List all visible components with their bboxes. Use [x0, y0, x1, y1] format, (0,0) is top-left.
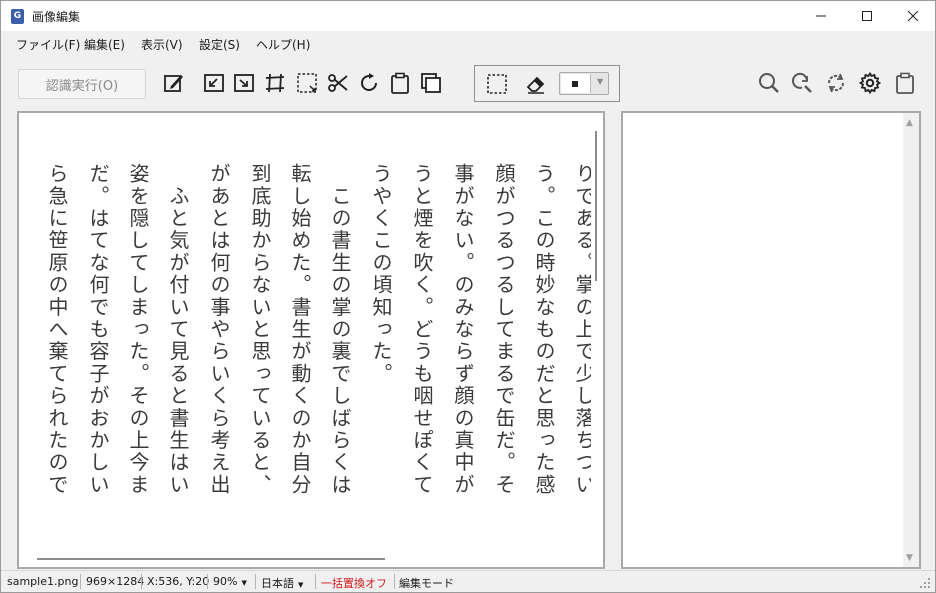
close-button[interactable] [890, 1, 936, 31]
maximize-icon [862, 11, 872, 21]
paste-button[interactable] [388, 71, 412, 95]
title-bar[interactable]: G 画像編集 [1, 1, 935, 31]
eraser-icon [526, 76, 545, 94]
recognize-button[interactable]: 認識実行(O) [18, 69, 146, 99]
minimize-button[interactable] [798, 1, 844, 31]
text-column: 姿を隠してしまった。その上今ま [126, 163, 150, 496]
minimize-icon [816, 15, 826, 17]
maximize-button[interactable] [844, 1, 890, 31]
status-zoom-select[interactable]: 90% ▼ [213, 575, 247, 588]
clipboard-button[interactable] [893, 71, 917, 95]
drawing-tool-group: ▼ [474, 65, 620, 102]
status-divider [141, 574, 142, 589]
text-column: ふと気が付いて見ると書生はい [166, 163, 190, 496]
zoom-icon [759, 73, 779, 93]
eraser-button[interactable] [524, 72, 548, 96]
crop-left-icon [204, 74, 224, 92]
horizontal-scrollbar[interactable] [37, 558, 385, 560]
rect-select-button[interactable] [485, 72, 509, 96]
select-resize-icon [297, 73, 317, 93]
status-bar: sample1.png 969×1284 X:536, Y:20 90% ▼ 日本… [1, 570, 935, 592]
skew-button[interactable] [263, 71, 287, 95]
status-mode: 編集モード [399, 577, 454, 590]
close-icon [907, 10, 919, 22]
select-resize-button[interactable] [295, 71, 319, 95]
status-language-select[interactable]: 日本語 ▼ [261, 575, 303, 591]
clipboard-icon [896, 72, 914, 94]
crop-right-button[interactable] [232, 71, 256, 95]
status-divider [80, 574, 81, 589]
text-column: りである。掌の上で少し落ちつい [572, 163, 591, 496]
crop-right-icon [234, 74, 254, 92]
status-replace-mode[interactable]: 一括置換オフ [321, 575, 387, 591]
status-divider [315, 574, 316, 589]
text-column: うと煙を吹く。どうも咽せぽくて [410, 163, 434, 496]
cut-icon [328, 74, 348, 92]
status-dimensions: 969×1284 [86, 575, 145, 588]
text-column: う。この時妙なものだと思った感 [532, 163, 556, 496]
zoom-reset-button[interactable] [790, 71, 814, 95]
app-icon: G [11, 9, 24, 24]
rect-select-icon [487, 74, 507, 94]
text-column: があとは何の事やらいくら考え出 [207, 163, 231, 496]
text-column: だ。はてな何でも容子がおかしい [86, 163, 110, 496]
status-filename: sample1.png [7, 575, 79, 588]
refresh-button[interactable] [824, 71, 848, 95]
image-canvas[interactable]: りである。掌の上で少し落ちつい う。この時妙なものだと思った感 顔がつるつるして… [19, 113, 591, 553]
zoom-button[interactable] [757, 71, 781, 95]
menu-edit[interactable]: 編集(E) [84, 36, 125, 53]
image-pane[interactable]: りである。掌の上で少し落ちつい う。この時妙なものだと思った感 顔がつるつるして… [17, 111, 605, 569]
chevron-down-icon: ▼ [241, 579, 247, 587]
chevron-down-icon: ▼ [298, 581, 304, 589]
status-language: 日本語 [261, 577, 294, 590]
status-divider [255, 574, 256, 589]
pen-size-dot [572, 81, 578, 87]
pen-color-select[interactable]: ▼ [559, 72, 609, 95]
text-column: この書生の掌の裏でしばらくは [328, 163, 352, 496]
chevron-down-icon: ▼ [597, 77, 604, 86]
paste-icon [391, 72, 409, 94]
vertical-scrollbar[interactable] [595, 131, 597, 281]
crop-left-button[interactable] [202, 71, 226, 95]
app-window: G 画像編集 ファイル(F) 編集(E) 表示(V) 設定(S) ヘルプ(H) … [0, 0, 936, 593]
status-divider [207, 574, 208, 589]
menu-help[interactable]: ヘルプ(H) [256, 36, 310, 53]
menu-settings[interactable]: 設定(S) [199, 36, 240, 53]
menu-file[interactable]: ファイル(F) [16, 36, 80, 53]
text-result-pane[interactable]: ▲ ▼ [621, 111, 921, 569]
zoom-reset-icon [792, 72, 812, 93]
cut-button[interactable] [326, 71, 350, 95]
text-column: ら急に笹原の中へ棄てられたので [45, 163, 69, 496]
skew-icon [265, 73, 285, 93]
text-column: 到底助からないと思っていると、 [248, 163, 272, 496]
vertical-scrollbar[interactable]: ▲ ▼ [903, 113, 919, 567]
copy-icon [421, 73, 441, 93]
settings-button[interactable] [858, 71, 882, 95]
edit-button[interactable] [162, 71, 186, 95]
status-divider [394, 574, 395, 589]
color-swatch [561, 74, 591, 93]
edit-icon [164, 75, 183, 92]
scroll-up-icon[interactable]: ▲ [906, 118, 913, 128]
resize-grip-icon[interactable] [919, 577, 931, 589]
text-column: 顔がつるつるしてまるで缶だ。そ [492, 163, 516, 496]
copy-button[interactable] [419, 71, 443, 95]
text-column: 転し始めた。書生が動くのか自分 [288, 163, 312, 496]
menu-view[interactable]: 表示(V) [141, 36, 183, 53]
scroll-down-icon[interactable]: ▼ [906, 553, 913, 563]
menu-bar: ファイル(F) 編集(E) 表示(V) 設定(S) ヘルプ(H) [1, 32, 935, 56]
text-column: うやくこの頃知った。 [369, 163, 393, 385]
window-title: 画像編集 [32, 10, 81, 24]
text-column: 事がない。のみならず顔の真中が [451, 163, 475, 496]
gear-icon [858, 71, 882, 95]
rotate-icon [361, 73, 377, 91]
rotate-button[interactable] [357, 71, 381, 95]
refresh-icon [827, 73, 845, 93]
status-zoom: 90% [213, 575, 238, 588]
status-coords: X:536, Y:20 [147, 575, 210, 588]
